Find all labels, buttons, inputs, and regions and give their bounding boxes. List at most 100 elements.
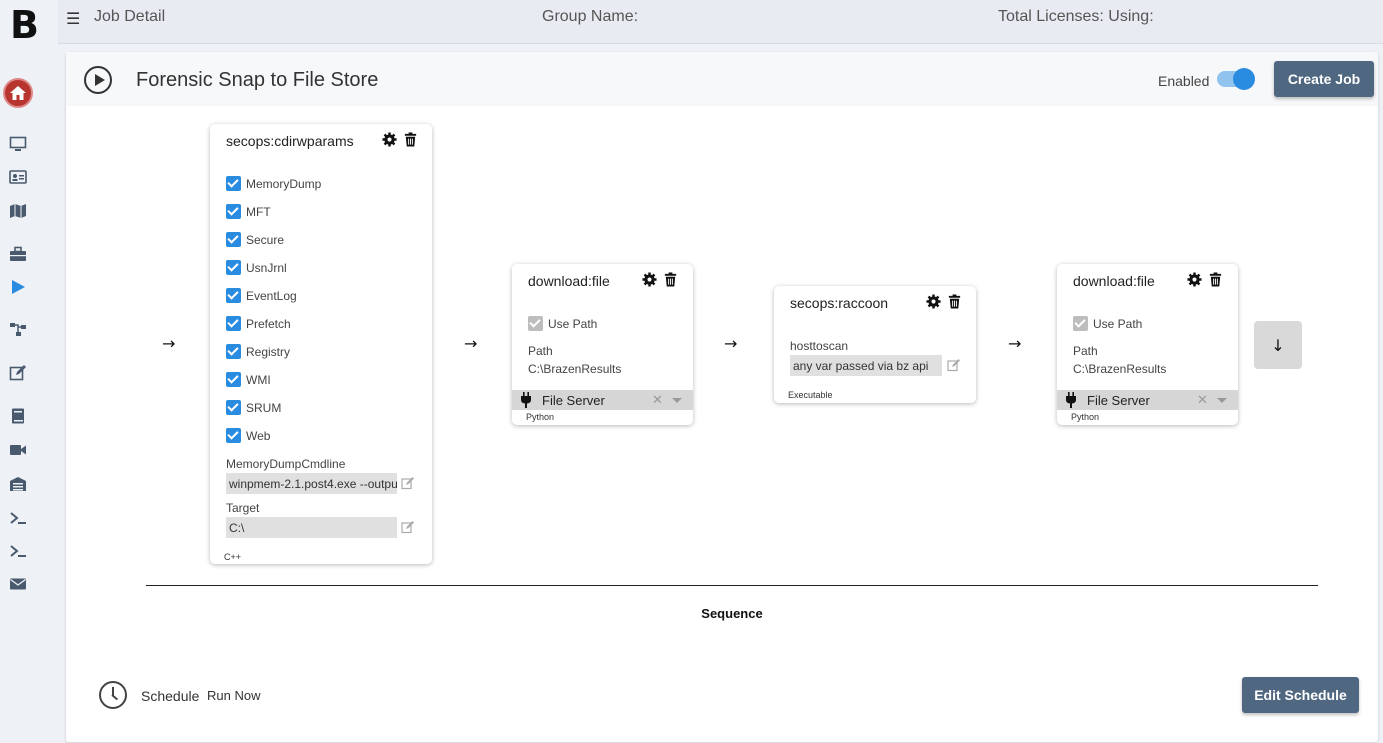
edit-icon[interactable]	[401, 520, 415, 534]
use-path-check[interactable]: Use Path	[1073, 316, 1142, 331]
card-tools	[926, 294, 962, 309]
clear-icon[interactable]: ✕	[1197, 392, 1208, 408]
play-circle-icon[interactable]	[84, 66, 112, 94]
check-prefetch[interactable]: Prefetch	[226, 316, 291, 331]
gear-icon[interactable]	[926, 294, 941, 309]
sequence-divider	[146, 585, 1318, 586]
path-label: Path	[1073, 344, 1098, 358]
clock-icon	[99, 681, 127, 709]
enabled-toggle[interactable]	[1217, 68, 1255, 90]
check-usnjrnl[interactable]: UsnJrnl	[226, 260, 287, 275]
check-label: Use Path	[548, 316, 598, 331]
sidebar: B	[0, 0, 52, 743]
edit-icon[interactable]	[947, 358, 961, 372]
edit-icon[interactable]	[8, 364, 28, 382]
page-breadcrumb: Job Detail	[94, 8, 166, 25]
check-mft[interactable]: MFT	[226, 204, 271, 219]
chevron-down-icon[interactable]	[1217, 398, 1227, 403]
create-job-button[interactable]: Create Job	[1274, 61, 1374, 97]
flow-arrow-1: →	[162, 334, 176, 353]
step-card-cdirwparams: secops:cdirwparams MemoryDump MFT Secure…	[210, 124, 432, 564]
clear-icon[interactable]: ✕	[652, 392, 663, 408]
trash-icon[interactable]	[663, 272, 678, 287]
language-label: C++	[224, 552, 242, 562]
checkbox[interactable]	[226, 204, 241, 219]
toolbox-icon[interactable]	[8, 245, 28, 263]
map-icon[interactable]	[8, 202, 28, 220]
video-icon[interactable]	[8, 441, 28, 459]
group-name-label: Group Name:	[542, 8, 639, 25]
sitemap-icon[interactable]	[8, 321, 28, 339]
gear-icon[interactable]	[642, 272, 657, 287]
path-value: C:\BrazenResults	[528, 362, 622, 376]
terminal-icon[interactable]	[8, 509, 28, 527]
edit-icon[interactable]	[401, 476, 415, 490]
checkbox[interactable]	[226, 372, 241, 387]
job-panel: Forensic Snap to File Store Enabled Crea…	[66, 52, 1378, 742]
card-title: secops:cdirwparams	[226, 133, 354, 149]
check-srum[interactable]: SRUM	[226, 400, 281, 415]
check-label: Registry	[246, 344, 291, 359]
terminal-icon-2[interactable]	[8, 542, 28, 560]
check-label: MFT	[246, 204, 271, 219]
checkbox[interactable]	[226, 288, 241, 303]
check-memorydump[interactable]: MemoryDump	[226, 176, 321, 191]
gear-icon[interactable]	[382, 132, 397, 147]
check-web[interactable]: Web	[226, 428, 270, 443]
file-server-select[interactable]: File Server ✕	[512, 390, 693, 410]
checkbox[interactable]	[226, 260, 241, 275]
arrow-down-icon: ↓	[1271, 335, 1285, 355]
brand-logo: B	[10, 3, 39, 47]
check-registry[interactable]: Registry	[226, 344, 290, 359]
sequence-label: Sequence	[701, 606, 763, 621]
step-card-raccoon: secops:raccoon hosttoscan any var passed…	[774, 286, 976, 403]
memorydump-cmdline-field[interactable]: winpmem-2.1.post4.exe --output	[226, 473, 397, 494]
use-path-check[interactable]: Use Path	[528, 316, 597, 331]
check-label: Use Path	[1093, 316, 1143, 331]
check-label: SRUM	[246, 400, 282, 415]
computer-icon[interactable]	[8, 135, 28, 153]
step-card-download-file: download:file Use Path Path C:\BrazenRes…	[512, 264, 693, 425]
play-nav-icon[interactable]	[8, 278, 28, 296]
job-header: Forensic Snap to File Store Enabled Crea…	[66, 52, 1378, 106]
id-card-icon[interactable]	[8, 168, 28, 186]
checkbox[interactable]	[226, 344, 241, 359]
book-icon[interactable]	[8, 407, 28, 425]
checkbox[interactable]	[226, 232, 241, 247]
checkbox[interactable]	[226, 400, 241, 415]
schedule-label: Schedule	[141, 688, 200, 704]
envelope-icon[interactable]	[8, 575, 28, 593]
warehouse-icon[interactable]	[8, 475, 28, 493]
trash-icon[interactable]	[1208, 272, 1223, 287]
field-label: Target	[226, 501, 260, 515]
gear-icon[interactable]	[1187, 272, 1202, 287]
check-secure[interactable]: Secure	[226, 232, 284, 247]
check-eventlog[interactable]: EventLog	[226, 288, 297, 303]
plug-icon	[1066, 392, 1076, 408]
arrow-down-button[interactable]: ↓	[1254, 321, 1302, 369]
checkbox[interactable]	[226, 428, 241, 443]
trash-icon[interactable]	[403, 132, 418, 147]
home-icon[interactable]	[3, 78, 33, 108]
file-server-select[interactable]: File Server ✕	[1057, 390, 1238, 410]
check-label: UsnJrnl	[246, 260, 287, 275]
check-wmi[interactable]: WMI	[226, 372, 271, 387]
field-label: hosttoscan	[790, 339, 849, 353]
edit-schedule-button[interactable]: Edit Schedule	[1242, 677, 1359, 713]
card-tools	[382, 132, 418, 147]
checkbox[interactable]	[226, 316, 241, 331]
card-tools	[1187, 272, 1223, 287]
check-label: Secure	[246, 232, 285, 247]
field-label: MemoryDumpCmdline	[226, 457, 346, 471]
hamburger-menu-icon[interactable]: ☰	[66, 9, 80, 28]
hosttoscan-field[interactable]: any var passed via bz api	[790, 355, 942, 376]
checkbox[interactable]	[528, 316, 543, 331]
file-server-label: File Server	[542, 393, 605, 408]
target-field[interactable]: C:\	[226, 517, 397, 538]
checkbox[interactable]	[1073, 316, 1088, 331]
chevron-down-icon[interactable]	[672, 398, 682, 403]
trash-icon[interactable]	[947, 294, 962, 309]
run-now-text[interactable]: Run Now	[207, 688, 260, 703]
checkbox[interactable]	[226, 176, 241, 191]
check-label: WMI	[246, 372, 271, 387]
